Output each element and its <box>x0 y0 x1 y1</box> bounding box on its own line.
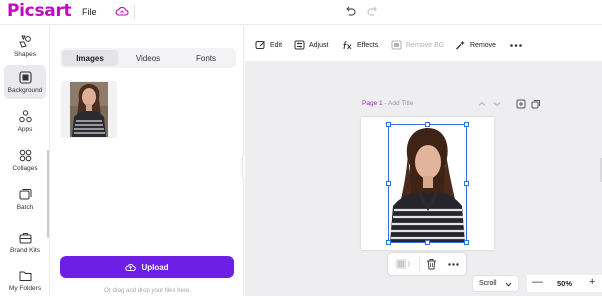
background-icon <box>18 70 32 84</box>
scroll-mode-select[interactable]: Scroll <box>472 275 519 292</box>
batch-icon <box>19 188 31 199</box>
divider <box>134 5 135 19</box>
zoom-in-button[interactable]: + <box>589 276 595 288</box>
tab-images[interactable]: Images <box>62 50 118 66</box>
resize-handle-top-right[interactable] <box>464 122 469 127</box>
apps-icon <box>18 109 32 122</box>
more-options-icon[interactable] <box>448 263 459 266</box>
folder-icon <box>19 271 31 281</box>
cloud-sync-icon[interactable] <box>115 5 129 17</box>
brand-kits-icon <box>19 232 31 243</box>
shapes-icon <box>18 35 31 48</box>
add-title-link[interactable]: - Add Title <box>384 100 413 107</box>
effects-tool-button[interactable]: Effects <box>342 39 378 51</box>
media-tabs: Images Videos Fonts <box>60 48 236 68</box>
resize-handle-bottom-right[interactable] <box>464 240 469 245</box>
edit-toolbar: Edit Adjust Effects Remove BG Remove <box>245 25 602 62</box>
edit-icon <box>255 41 265 49</box>
resize-handle-top-left[interactable] <box>386 122 391 127</box>
page-down-icon[interactable] <box>492 99 502 109</box>
upload-button[interactable]: Upload <box>60 256 234 278</box>
rail-label-my-folders: My Folders <box>8 284 42 292</box>
undo-icon[interactable] <box>343 4 357 18</box>
resize-handle-bottom[interactable] <box>425 240 430 245</box>
remove-bg-label: Remove BG <box>406 41 445 49</box>
canvas-area: Page 1 - Add Title Scroll — 50% + <box>245 62 602 296</box>
edit-tool-button[interactable]: Edit <box>255 39 282 51</box>
rail-item-brand-kits[interactable]: Brand Kits <box>4 225 46 259</box>
chevron-down-icon <box>505 282 512 287</box>
resize-handle-right[interactable] <box>464 181 469 186</box>
zoom-control: — 50% + <box>527 275 602 292</box>
float-bar-divider <box>419 257 420 271</box>
rail-label-batch: Batch <box>16 203 34 211</box>
rail-scrollbar[interactable] <box>47 150 49 238</box>
trash-icon[interactable] <box>426 258 437 270</box>
page-name: Page 1 <box>362 100 383 107</box>
floating-actions-bar <box>388 253 466 275</box>
rail-item-shapes[interactable]: Shapes <box>4 29 46 63</box>
remove-label: Remove <box>470 41 497 49</box>
resize-handle-bottom-left[interactable] <box>386 240 391 245</box>
page-title[interactable]: Page 1 - Add Title <box>362 100 413 107</box>
rail-label-shapes: Shapes <box>13 50 37 58</box>
rail-item-background[interactable]: Background <box>4 65 46 99</box>
portrait-thumbnail-image <box>70 82 108 137</box>
rail-label-background: Background <box>7 86 43 94</box>
selection-box <box>388 124 467 243</box>
uploaded-image-thumbnail[interactable] <box>61 81 117 138</box>
add-page-icon[interactable] <box>516 99 526 109</box>
zoom-out-button[interactable]: — <box>532 276 543 288</box>
layer-thumbnail-icon[interactable] <box>395 258 413 270</box>
collages-icon <box>19 149 31 161</box>
rail-item-batch[interactable]: Batch <box>4 182 46 216</box>
remove-bg-tool-button[interactable]: Remove BG <box>391 39 444 51</box>
drop-hint-text: Or drag and drop your files here. <box>104 288 191 294</box>
rail-item-apps[interactable]: Apps <box>4 104 46 138</box>
remove-object-icon <box>456 40 465 50</box>
rail-item-my-folders[interactable]: My Folders <box>4 263 46 296</box>
adjust-label: Adjust <box>309 41 329 49</box>
effects-label: Effects <box>357 41 379 49</box>
more-options-icon[interactable] <box>510 44 522 47</box>
file-menu[interactable]: File <box>82 7 97 17</box>
remove-tool-button[interactable]: Remove <box>455 39 496 51</box>
resize-handle-top[interactable] <box>425 122 430 127</box>
artboard[interactable] <box>361 117 494 250</box>
upload-button-label: Upload <box>141 262 169 272</box>
remove-bg-icon <box>391 40 402 50</box>
edit-label: Edit <box>270 41 283 49</box>
picsart-editor: Picsart File Shapes Background Apps Coll… <box>0 0 602 296</box>
top-bar: Picsart File <box>0 0 602 25</box>
duplicate-page-icon[interactable] <box>531 99 541 109</box>
tab-videos[interactable]: Videos <box>120 50 176 66</box>
page-up-icon[interactable] <box>477 99 487 109</box>
upload-cloud-icon <box>125 264 137 271</box>
effects-fx-icon <box>343 41 352 50</box>
scroll-mode-value: Scroll <box>479 280 497 287</box>
resize-handle-left[interactable] <box>386 181 391 186</box>
rail-label-apps: Apps <box>17 125 33 133</box>
redo-icon[interactable] <box>366 4 380 18</box>
zoom-level[interactable]: 50% <box>557 279 572 288</box>
left-rail: Shapes Background Apps Collages Batch Br… <box>0 25 50 296</box>
picsart-logo[interactable]: Picsart <box>7 1 72 21</box>
tab-fonts[interactable]: Fonts <box>178 50 234 66</box>
rail-label-collages: Collages <box>12 164 38 172</box>
adjust-icon <box>294 40 305 50</box>
assets-panel: Images Videos Fonts Upload Or drag and d… <box>51 25 244 296</box>
rail-item-collages[interactable]: Collages <box>4 143 46 177</box>
rail-label-brand-kits: Brand Kits <box>10 246 40 254</box>
adjust-tool-button[interactable]: Adjust <box>294 39 328 51</box>
